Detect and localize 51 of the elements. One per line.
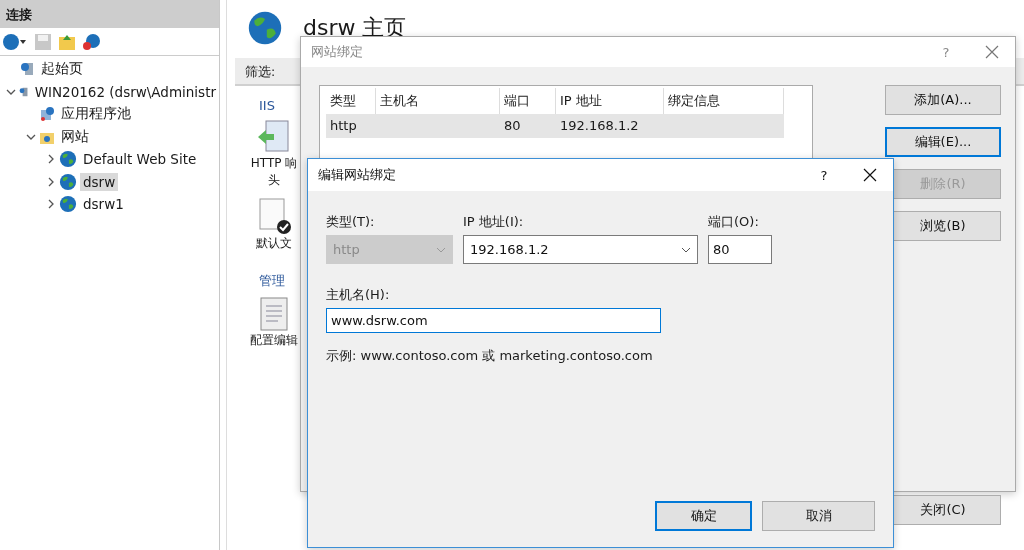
- globe-remove-icon[interactable]: [82, 32, 102, 51]
- dialog-button[interactable]: 编辑(E)...: [885, 127, 1001, 157]
- field-label: IP 地址(I):: [463, 213, 525, 231]
- field-label: 类型(T):: [326, 213, 376, 231]
- feature-label[interactable]: 默认文: [256, 235, 292, 252]
- start-page-icon: [19, 61, 35, 78]
- chevron-down-icon: [436, 246, 446, 253]
- chevron-right-icon[interactable]: [46, 176, 56, 187]
- dialog-button[interactable]: 确定: [655, 501, 752, 531]
- tree-item[interactable]: dsrw1: [80, 195, 127, 214]
- document-arrow-icon: [256, 119, 292, 155]
- feature-label[interactable]: HTTP 响: [250, 155, 298, 172]
- tree-item[interactable]: 网站: [58, 126, 92, 147]
- field-label: 主机名(H):: [326, 286, 391, 304]
- table-cell[interactable]: http: [326, 114, 376, 138]
- globe-dropdown-icon[interactable]: [2, 32, 28, 51]
- port-field[interactable]: 80: [708, 235, 772, 264]
- help-button[interactable]: ?: [801, 167, 847, 183]
- panel-title: 连接: [0, 0, 219, 28]
- tree-item[interactable]: dsrw: [80, 172, 119, 191]
- globe-icon: [247, 10, 283, 46]
- document-check-icon: [256, 197, 292, 235]
- field-label: 端口(O):: [708, 213, 760, 231]
- table-cell[interactable]: [664, 114, 784, 138]
- table-cell[interactable]: 192.168.1.2: [556, 114, 664, 138]
- section-label: IIS: [259, 98, 276, 113]
- tree-item[interactable]: Default Web Site: [80, 150, 200, 169]
- help-button[interactable]: ?: [923, 44, 969, 60]
- chevron-down-icon: [681, 246, 691, 253]
- section-label: 管理: [259, 272, 286, 290]
- feature-label[interactable]: 配置编辑: [250, 332, 298, 349]
- feature-label[interactable]: 头: [268, 172, 280, 189]
- document-list-icon: [258, 296, 290, 332]
- chevron-right-icon[interactable]: [46, 199, 56, 210]
- host-name-field[interactable]: www.dsrw.com: [326, 308, 661, 333]
- globe-icon: [59, 172, 77, 191]
- app-pool-icon: [39, 106, 55, 123]
- filter-label: 筛选:: [245, 64, 276, 79]
- tree-item[interactable]: WIN20162 (dsrw\Administr: [31, 82, 219, 101]
- dialog-button[interactable]: 取消: [762, 501, 875, 531]
- globe-icon: [59, 195, 77, 214]
- tree-item[interactable]: 应用程序池: [58, 104, 134, 125]
- tree-item[interactable]: 起始页: [38, 59, 86, 80]
- chevron-right-icon[interactable]: [46, 154, 56, 165]
- ip-address-select[interactable]: 192.168.1.2: [463, 235, 698, 264]
- table-cell[interactable]: 80: [500, 114, 556, 138]
- dialog-title: 编辑网站绑定: [318, 166, 397, 184]
- example-text: 示例: www.contoso.com 或 marketing.contoso.com: [326, 347, 654, 365]
- dialog-title: 网站绑定: [311, 43, 364, 61]
- globe-icon: [59, 150, 77, 169]
- dialog-button[interactable]: 添加(A)...: [885, 85, 1001, 115]
